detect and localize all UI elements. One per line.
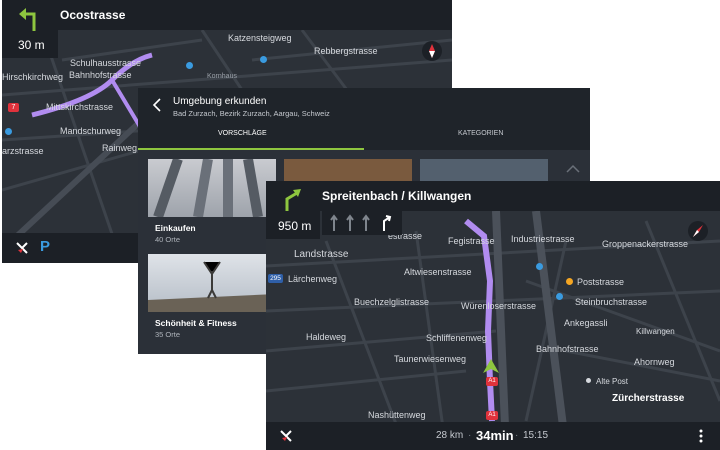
maneuver-distance: 950 m [278,219,312,233]
explore-header: Umgebung erkunden Bad Zurzach, Bezirk Zu… [138,88,590,150]
back-chevron-icon[interactable] [152,98,162,112]
poi-marker[interactable] [186,62,193,69]
street-label: Poststrasse [577,277,625,287]
destination-name: Spreitenbach / Killwangen [322,189,472,203]
road-number-badge: 295 [268,274,283,283]
poi-marker[interactable] [260,56,267,63]
highway-badge: A1 [486,377,498,386]
street-label: Ahornweg [634,357,675,367]
street-label: Schliffenenweg [426,333,487,343]
street-label: Groppenackerstrasse [602,239,689,249]
street-label: Rainweg [102,143,138,153]
top-bar: Spreitenbach / Killwangen [266,181,720,211]
street-name: Ocostrasse [60,8,126,22]
scroll-up-icon[interactable] [566,164,580,174]
turn-left-arrow-icon [19,8,36,31]
maneuver-distance: 30 m [18,38,45,52]
arrival-time: 15:15 [523,430,549,441]
card-title: Schönheit & Fitness [155,318,237,328]
street-label: Killwangen [636,327,675,336]
tab-suggestions[interactable]: VORSCHLÄGE [218,130,267,137]
category-card[interactable] [284,159,412,181]
fitness-image [148,254,276,312]
separator-dot: · [468,430,472,441]
street-label: Taunerwiesenweg [394,354,467,364]
street-label: Nashüttenweg [368,410,426,420]
poi-marker[interactable] [556,293,563,300]
card-count: 40 Orte [155,235,181,244]
maneuver-panel[interactable]: 30 m [2,0,58,58]
mute-icon[interactable] [278,428,294,444]
street-label: Würenloserstrasse [461,301,537,311]
location-subtitle: Bad Zurzach, Bezirk Zurzach, Aargau, Sch… [173,109,330,118]
more-menu-icon[interactable] [698,428,704,444]
category-card[interactable] [420,159,548,181]
category-card-beauty-fitness[interactable]: Schönheit & Fitness 35 Orte [148,254,276,340]
category-card-shopping[interactable]: Einkaufen 40 Orte [148,159,276,245]
remaining-distance: 28 km [436,430,464,441]
keep-right-arrow-icon [285,189,301,211]
lane-guidance [322,211,402,235]
street-label: Mittskirchstrasse [46,102,114,112]
remaining-time: 34min [476,428,514,443]
poi-marker[interactable] [566,278,573,285]
navigation-screen-spreitenbach: Landstrasse Lärchenweg Buechzelglistrass… [266,181,720,450]
street-label: Bahnhofstrasse [536,344,599,354]
street-label: Bahnhofstrasse [69,70,132,80]
street-label: Buechzelglistrasse [354,297,430,307]
street-label: Lärchenweg [288,274,338,284]
street-label: Schulhausstrasse [70,58,142,68]
page-title: Umgebung erkunden [173,96,267,107]
street-label: Mandschurweg [60,126,122,136]
active-tab-indicator [138,148,364,150]
street-label: Haldeweg [306,332,347,342]
poi-marker[interactable] [5,128,12,135]
tab-categories[interactable]: KATEGORIEN [458,130,503,137]
poi-marker[interactable] [586,378,591,383]
bottom-bar: 28 km · 34min · 15:15 [266,422,720,450]
parking-icon[interactable]: P [40,238,50,255]
maneuver-panel[interactable]: 950 m [266,181,320,239]
street-label: Katzensteigweg [228,33,292,43]
street-label: Ankegassli [564,318,608,328]
current-position-icon [483,359,499,373]
road-number-badge: 7 [8,103,19,112]
compass-icon[interactable] [688,221,708,241]
mute-icon[interactable] [14,240,30,256]
top-bar: Ocostrasse [2,0,452,30]
street-label: arzstrasse [2,146,44,156]
street-label: Alte Post [596,377,629,386]
street-label: Zürcherstrasse [612,393,685,404]
street-label: Rebbergstrasse [314,46,378,56]
street-label: Altwiesenstrasse [404,267,472,277]
highway-badge: A1 [486,411,498,420]
shopping-image [148,159,276,217]
street-label: Fegistrasse [448,236,495,246]
street-label: Landstrasse [294,249,349,260]
compass-icon[interactable] [422,41,442,61]
card-title: Einkaufen [155,223,196,233]
route-line [464,218,495,422]
street-label: Kornhaus [207,73,237,80]
street-label: Hirschkirchweg [2,72,64,82]
street-label: Steinbruchstrasse [575,297,648,307]
lane-arrows-icon [330,214,392,231]
poi-marker[interactable] [536,263,543,270]
separator-dot: · [515,430,519,441]
card-count: 35 Orte [155,330,181,339]
street-label: Industriestrasse [511,234,575,244]
